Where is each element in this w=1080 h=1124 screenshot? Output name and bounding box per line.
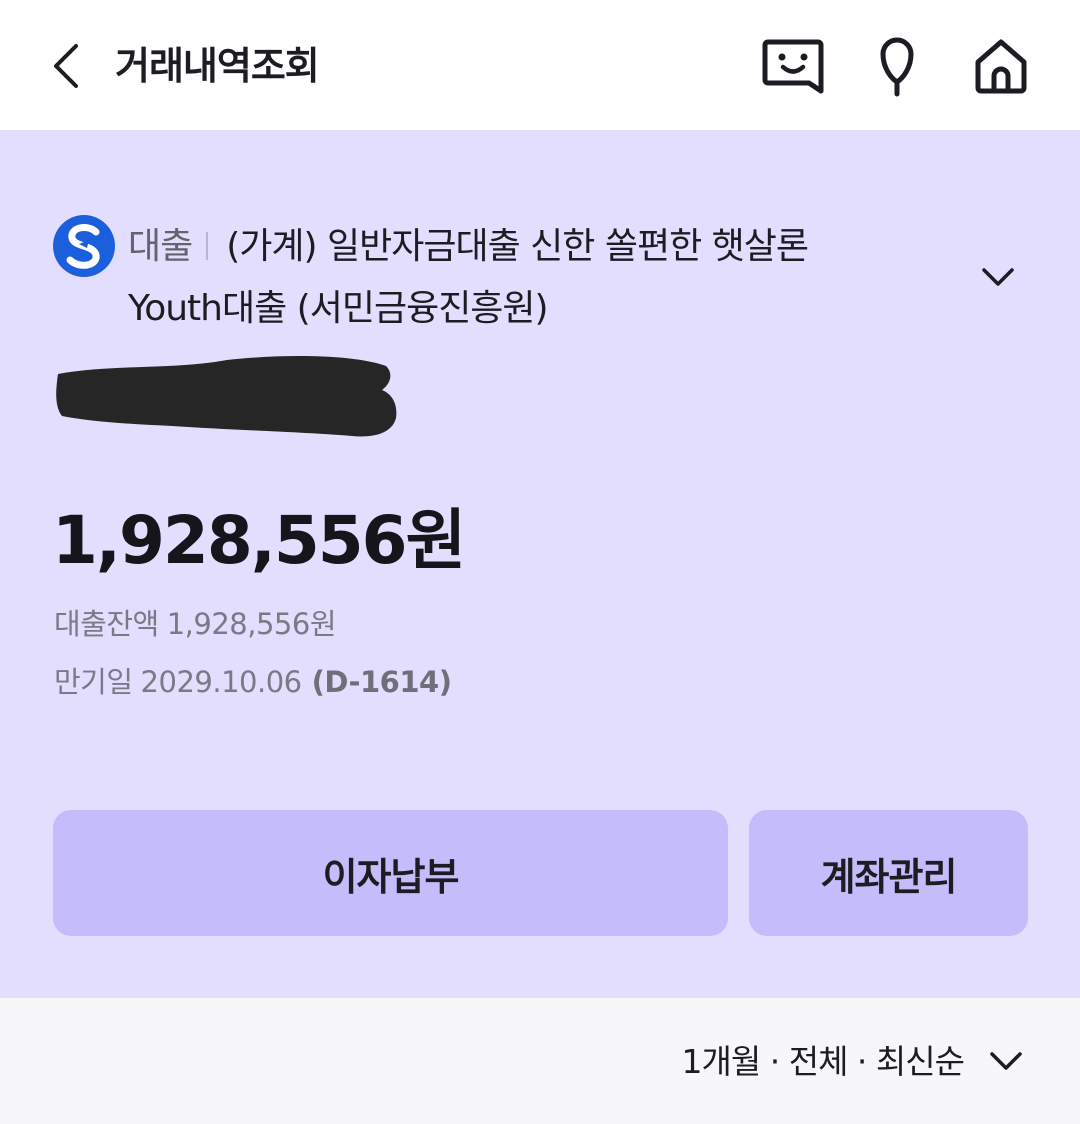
- back-button[interactable]: [38, 34, 98, 98]
- filter-expand-button[interactable]: [984, 1044, 1028, 1080]
- redacted-account-number: [52, 352, 402, 440]
- bank-logo: [52, 214, 116, 278]
- account-name[interactable]: 대출 (가계) 일반자금대출 신한 쏠편한 햇살론 Youth대출 (서민금융진흥…: [128, 216, 958, 340]
- home-button[interactable]: [966, 30, 1036, 102]
- divider: [206, 232, 209, 260]
- d-day-badge: (D-1614): [311, 665, 452, 699]
- location-pin-icon: [880, 37, 914, 97]
- maturity-date: 2029.10.06: [140, 665, 303, 699]
- maturity-label: 만기일: [54, 665, 133, 699]
- transaction-filter-bar[interactable]: 1개월 · 전체 · 최신순: [0, 998, 1080, 1124]
- filter-summary[interactable]: 1개월 · 전체 · 최신순: [682, 1040, 965, 1084]
- chevron-down-icon: [990, 1052, 1022, 1070]
- account-select-button[interactable]: [972, 258, 1024, 298]
- manage-account-button[interactable]: 계좌관리: [749, 810, 1028, 936]
- account-type-label: 대출: [128, 226, 193, 267]
- app-header: 거래내역조회: [0, 0, 1080, 130]
- account-product-name: (가계) 일반자금대출 신한 쏠편한 햇살론: [226, 226, 809, 267]
- maturity-row: 만기일 2029.10.06 (D-1614): [54, 662, 452, 702]
- branch-location-button[interactable]: [862, 30, 932, 102]
- home-icon: [975, 39, 1027, 94]
- loan-balance-value: 1,928,556원: [166, 607, 337, 641]
- chevron-left-icon: [54, 44, 78, 88]
- chatbot-icon: [762, 39, 824, 94]
- pay-interest-button[interactable]: 이자납부: [53, 810, 728, 936]
- chatbot-button[interactable]: [758, 30, 828, 102]
- page-title: 거래내역조회: [115, 44, 320, 88]
- account-summary-panel: 대출 (가계) 일반자금대출 신한 쏠편한 햇살론 Youth대출 (서민금융진흥…: [0, 130, 1080, 998]
- chevron-down-icon: [982, 268, 1014, 286]
- account-product-name-cont: Youth대출 (서민금융진흥원): [128, 288, 549, 329]
- balance-amount: 1,928,556원: [52, 502, 466, 579]
- loan-balance-row: 대출잔액 1,928,556원: [54, 604, 337, 644]
- shinhan-bank-logo: [53, 215, 115, 277]
- loan-balance-label: 대출잔액: [54, 607, 159, 641]
